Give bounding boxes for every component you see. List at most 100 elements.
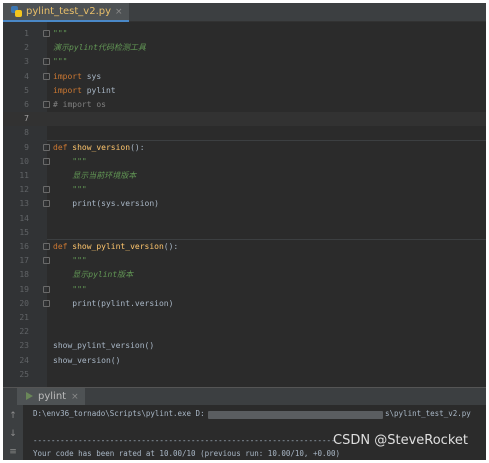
code-line[interactable]: 24 show_version() [3,354,486,368]
code-line[interactable]: 3 """ [3,55,486,69]
redacted-path [208,411,383,419]
code-line[interactable]: 6 # import os [3,98,486,112]
code-line[interactable]: 5 import pylint [3,84,486,98]
code-text: 显示pylint版本 [53,268,133,282]
command-line-prefix: D:\env36_tornado\Scripts\pylint.exe D: [33,409,205,418]
fold-marker-icon[interactable] [43,285,50,293]
code-line[interactable]: 25 [3,368,486,382]
code-content: """ [53,29,68,38]
line-number: 3 [24,57,29,67]
line-number: 8 [24,128,29,138]
code-line[interactable]: 4 import sys [3,70,486,84]
run-tab-label: pylint [38,391,67,402]
code-line[interactable]: 10 """ [3,155,486,169]
line-number: 12 [19,185,29,195]
down-arrow-icon[interactable]: ↓ [8,429,18,439]
run-tab-pylint[interactable]: pylint × [17,388,85,405]
fold-marker-icon[interactable] [43,101,50,108]
fold-marker-icon[interactable] [43,186,50,194]
line-number: 2 [24,43,29,53]
code-line[interactable]: 16 def show_pylint_version(): [3,240,486,254]
fold-marker-icon[interactable] [43,243,50,250]
code-line[interactable]: 18 显示pylint版本 [3,268,486,282]
code-text: print(pylint.version) [53,297,173,311]
editor-tab-pylint-test-v2[interactable]: pylint_test_v2.py × [3,3,129,22]
code-content: """ [53,185,87,195]
code-content: # import os [53,100,106,109]
keyword: def [53,142,68,152]
fold-marker-icon[interactable] [43,58,50,66]
code-text: """ [53,283,87,297]
fold-marker-icon[interactable] [43,200,50,208]
code-text: """ [53,183,87,197]
keyword: import [53,85,82,95]
fold-marker-icon[interactable] [43,72,50,80]
code-text: """ [53,27,67,41]
code-editor[interactable]: 1 """ 2 演示pylint代码检测工具 3 """ 4 import sys 5 impor… [3,22,486,387]
run-icon [23,388,33,405]
line-number: 6 [24,100,29,109]
code-line[interactable]: 17 """ [3,254,486,268]
editor-tab-label: pylint_test_v2.py [26,6,112,17]
code-line[interactable]: 8 [3,126,486,140]
code-text: show_pylint_version() [53,339,154,353]
fold-marker-icon[interactable] [43,30,50,37]
line-number: 4 [24,71,29,81]
code-text: """ [53,55,67,69]
code-content: """ [53,256,87,266]
code-content: """ [53,284,87,294]
line-number: 19 [19,284,29,294]
code-line[interactable]: 21 [3,311,486,325]
code-content: """ [53,57,68,67]
editor-tab-bar: pylint_test_v2.py × [3,3,486,22]
code-content: 演示pylint代码检测工具 [53,43,146,53]
line-number: 1 [24,29,29,38]
watermark: CSDN @SteveRocket [333,433,468,448]
keyword: import [53,71,82,81]
line-number: 17 [19,256,29,266]
wrap-icon[interactable]: ≡ [8,447,18,457]
code-line[interactable]: 20 print(pylint.version) [3,297,486,311]
code-line[interactable]: 19 """ [3,283,486,297]
code-line[interactable]: 11 显示当前环境版本 [3,169,486,183]
code-line[interactable]: 23 show_pylint_version() [3,339,486,353]
line-number: 16 [19,242,29,251]
code-text: show_version() [53,354,120,368]
command-line-suffix: s\pylint_test_v2.py [385,409,471,418]
close-icon[interactable]: × [71,392,79,402]
function-name: show_version [67,142,131,152]
code-line[interactable]: 22 [3,325,486,339]
code-line[interactable]: 2 演示pylint代码检测工具 [3,41,486,55]
code-rest: pylint [81,85,116,95]
code-line[interactable]: 15 [3,226,486,240]
code-text: import pylint [53,84,116,98]
code-line[interactable]: 9 def show_version(): [3,141,486,155]
fold-marker-icon[interactable] [43,157,50,165]
code-line[interactable]: 14 [3,212,486,226]
run-tab-bar: pylint × [3,388,486,405]
close-icon[interactable]: × [115,7,123,17]
run-tool-window: pylint × ↑ ↓ ≡ D:\env36_tornado\Scripts\… [3,387,486,460]
code-content: print(sys.version) [53,199,159,209]
line-number: 25 [19,369,29,379]
fold-marker-icon[interactable] [43,143,50,151]
code-line[interactable]: 13 print(sys.version) [3,197,486,211]
code-text: """ [53,155,87,169]
line-number: 10 [19,156,29,166]
code-line[interactable]: 7 [3,112,486,127]
code-content: """ [53,156,87,166]
line-number: 22 [19,327,29,337]
code-text: import sys [53,70,101,84]
code-line[interactable]: 1 """ [3,27,486,41]
fold-marker-icon[interactable] [43,257,50,265]
code-text: """ [53,254,87,268]
line-number: 7 [24,114,29,124]
python-file-icon [11,6,22,17]
line-number: 9 [24,142,29,152]
code-line[interactable]: 12 """ [3,183,486,197]
line-number: 13 [19,199,29,209]
method-separator [47,139,486,141]
code-content: print(pylint.version) [53,298,174,308]
up-arrow-icon[interactable]: ↑ [8,411,18,421]
fold-marker-icon[interactable] [43,299,50,307]
